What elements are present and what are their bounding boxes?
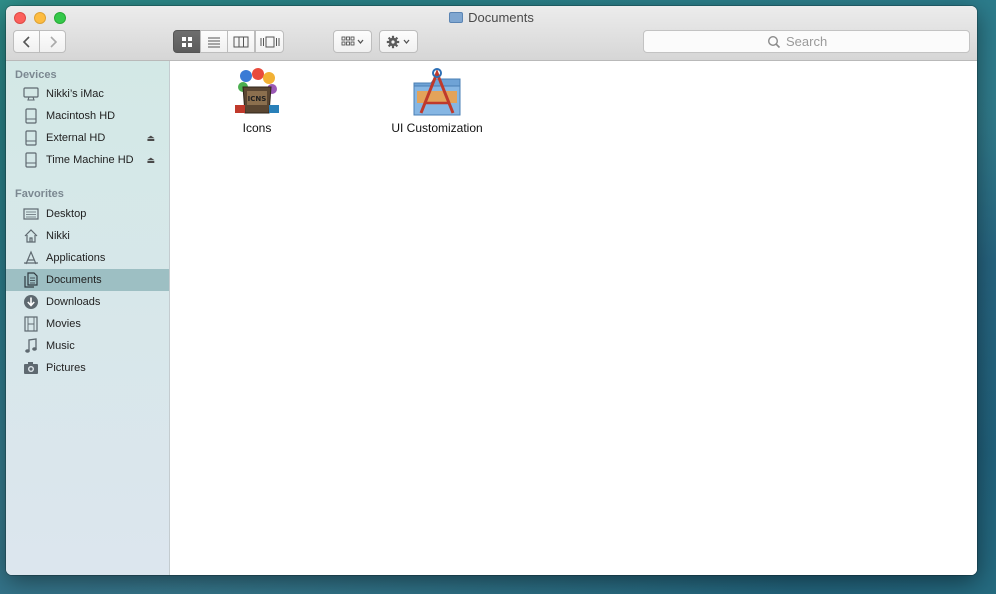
sidebar-item-applications[interactable]: Applications [6,247,169,269]
hard-drive-icon [23,152,39,168]
movies-icon [23,316,39,332]
desktop-icon [23,206,39,222]
column-view-button[interactable] [227,30,255,53]
file-name: Icons [242,121,272,135]
sidebar-item-label: Documents [46,274,102,286]
home-icon [23,228,39,244]
action-button[interactable] [379,30,418,53]
arrange-button[interactable] [333,30,372,53]
search-field[interactable] [643,30,970,53]
sidebar-item-movies[interactable]: Movies [6,313,169,335]
downloads-icon [23,294,39,310]
navigation-buttons [13,30,67,53]
cover-flow-icon [260,36,279,47]
chevron-right-icon [49,35,57,48]
folder-icon [449,12,464,23]
sidebar-item-label: Pictures [46,362,86,374]
file-item-icons[interactable]: ICNS Icons [217,67,297,135]
sidebar-section-favorites: Favorites [15,188,64,200]
sidebar-item-imac[interactable]: Nikki’s iMac [6,83,169,105]
sidebar-item-label: Applications [46,252,106,264]
icon-view-button[interactable] [173,30,201,53]
sidebar: Devices Nikki’s iMac Macintosh HD Extern… [6,61,170,575]
gear-icon [386,35,409,48]
sidebar-item-music[interactable]: Music [6,335,169,357]
file-item-ui-customization[interactable]: UI Customization [377,67,497,135]
sidebar-item-label: External HD [46,132,106,144]
sidebar-item-label: Time Machine HD [46,154,134,166]
search-icon [767,35,781,48]
sidebar-item-time-machine-hd[interactable]: Time Machine HD ⏏ [6,149,169,171]
music-icon [23,338,39,354]
icons-box-icon: ICNS [235,68,279,114]
forward-button[interactable] [39,30,66,53]
list-view-button[interactable] [200,30,228,53]
sidebar-item-label: Nikki’s iMac [46,88,104,100]
sidebar-item-label: Desktop [46,208,87,220]
sidebar-item-label: Music [46,340,75,352]
cover-flow-view-button[interactable] [255,30,284,53]
sidebar-item-label: Movies [46,318,81,330]
finder-window: Documents Search Devices Nikki’s iMac Ma… [6,6,977,575]
window-title-text: Documents [468,10,534,25]
columns-icon [233,36,249,47]
documents-icon [23,272,39,288]
applications-icon [23,250,39,266]
sidebar-item-label: Macintosh HD [46,110,116,122]
sidebar-item-documents[interactable]: Documents [6,269,169,291]
sidebar-item-external-hd[interactable]: External HD ⏏ [6,127,169,149]
sidebar-item-nikki[interactable]: Nikki [6,225,169,247]
toolbar: Documents [6,6,977,61]
sidebar-item-downloads[interactable]: Downloads [6,291,169,313]
chevron-left-icon [22,35,30,48]
back-button[interactable] [13,30,40,53]
sidebar-item-label: Downloads [46,296,101,308]
xcode-folder-icon [413,68,461,116]
search-input[interactable] [786,34,846,49]
pictures-icon [23,360,39,376]
file-browser: ICNS Icons UI Customization [170,61,977,575]
eject-icon[interactable]: ⏏ [146,155,155,166]
sidebar-item-pictures[interactable]: Pictures [6,357,169,379]
view-mode-buttons [173,30,284,53]
sidebar-item-desktop[interactable]: Desktop [6,203,169,225]
window-title: Documents [6,10,977,25]
file-name: UI Customization [391,121,483,135]
eject-icon[interactable]: ⏏ [146,133,155,144]
svg-text:ICNS: ICNS [248,95,267,103]
arrange-grid-icon [341,36,363,45]
imac-icon [23,86,39,102]
hard-drive-icon [23,130,39,146]
hard-drive-icon [23,108,39,124]
sidebar-item-macintosh-hd[interactable]: Macintosh HD [6,105,169,127]
sidebar-section-devices: Devices [15,69,57,81]
sidebar-item-label: Nikki [46,230,70,242]
list-icon [208,37,220,47]
icon-grid-icon [182,36,192,47]
